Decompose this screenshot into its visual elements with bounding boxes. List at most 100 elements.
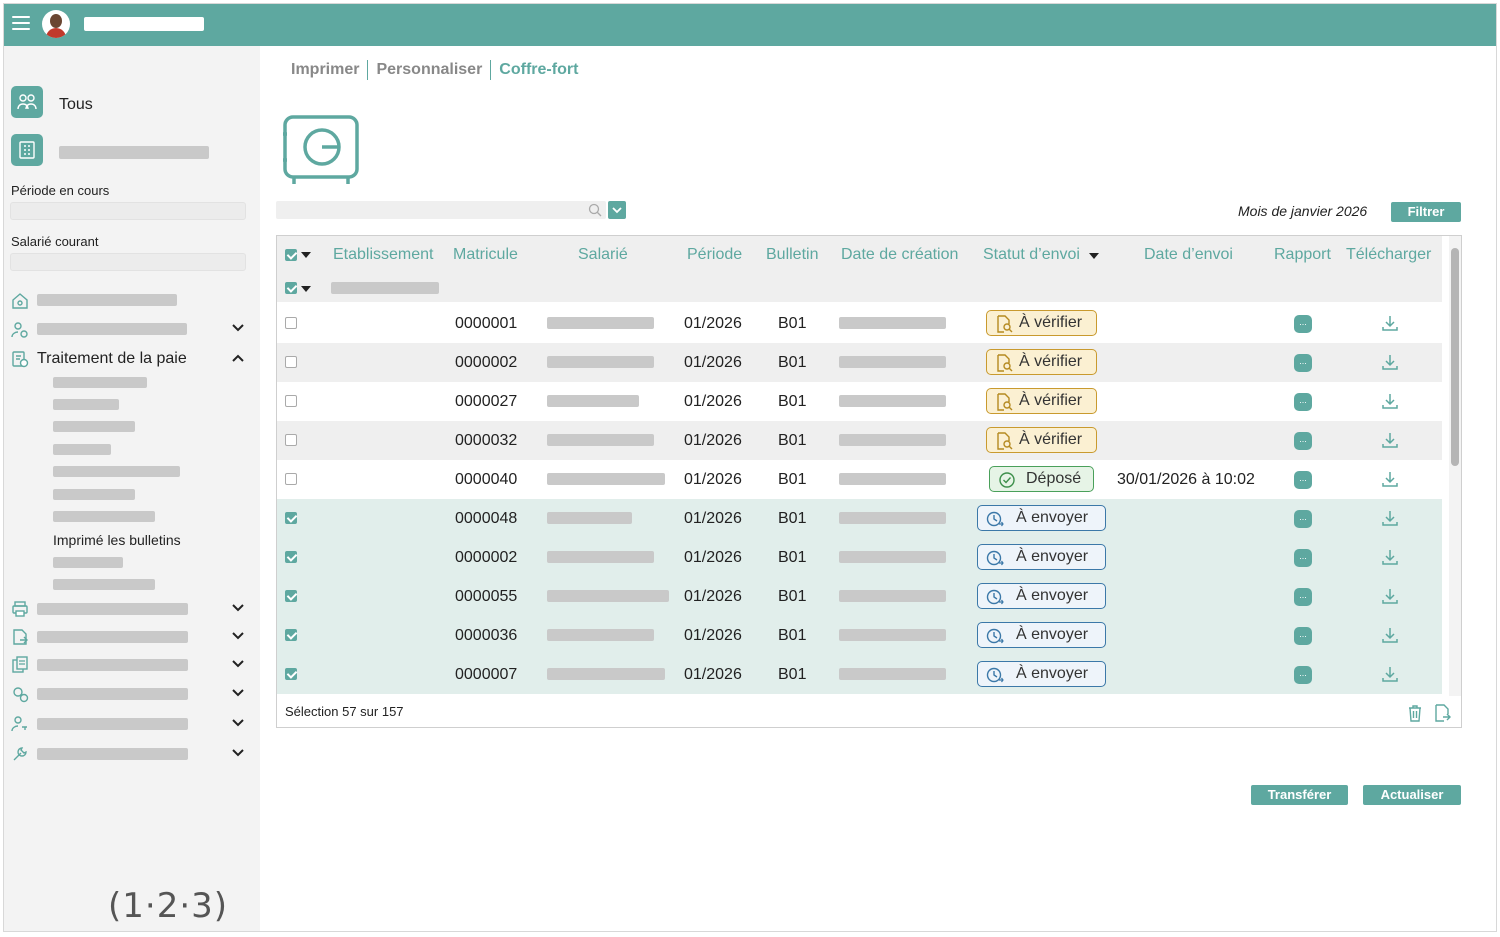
col-rapport[interactable]: Rapport	[1274, 246, 1331, 264]
status-badge-envoyer[interactable]: À envoyer	[977, 505, 1106, 531]
download-icon[interactable]	[1381, 509, 1399, 532]
download-icon[interactable]	[1381, 314, 1399, 337]
table-row[interactable]: 0000040 01/2026 B01 Déposé 30/01/2026 à 10:0…	[277, 460, 1442, 499]
scrollbar-thumb[interactable]	[1451, 248, 1459, 466]
status-badge-envoyer[interactable]: À envoyer	[977, 622, 1106, 648]
menu-item-placeholder[interactable]	[37, 603, 188, 615]
download-icon[interactable]	[1381, 587, 1399, 610]
transfer-button[interactable]: Transférer	[1251, 785, 1348, 805]
payroll-processing-label[interactable]: Traitement de la paie	[37, 350, 187, 368]
download-icon[interactable]	[1381, 431, 1399, 454]
refresh-button[interactable]: Actualiser	[1363, 785, 1461, 805]
status-badge-envoyer[interactable]: À envoyer	[977, 544, 1106, 570]
filter-button[interactable]: Filtrer	[1391, 202, 1461, 222]
row-checkbox[interactable]	[285, 629, 297, 641]
report-icon[interactable]: ...	[1294, 432, 1312, 450]
menu-icon[interactable]	[12, 16, 30, 30]
trash-icon[interactable]	[1407, 704, 1423, 722]
current-employee-field[interactable]	[10, 253, 246, 271]
chevron-down-icon[interactable]	[232, 660, 244, 668]
submenu-item-placeholder[interactable]	[53, 466, 180, 477]
report-icon[interactable]: ...	[1294, 666, 1312, 684]
report-icon[interactable]: ...	[1294, 549, 1312, 567]
report-icon[interactable]: ...	[1294, 315, 1312, 333]
col-telecharger[interactable]: Télécharger	[1346, 246, 1431, 264]
menu-item-placeholder[interactable]	[37, 294, 177, 306]
building-icon[interactable]	[11, 134, 43, 166]
status-badge-envoyer[interactable]: À envoyer	[977, 583, 1106, 609]
submenu-item-placeholder[interactable]	[53, 579, 155, 590]
printed-payslips-label[interactable]: Imprimé les bulletins	[53, 532, 181, 548]
table-row[interactable]: 0000001 01/2026 B01 À vérifier...	[277, 304, 1442, 343]
status-badge-verifier[interactable]: À vérifier	[986, 310, 1097, 336]
status-badge-depose[interactable]: Déposé	[989, 466, 1094, 492]
report-icon[interactable]: ...	[1294, 627, 1312, 645]
tab-personnaliser[interactable]: Personnaliser	[376, 61, 482, 78]
printer-icon[interactable]	[11, 600, 29, 618]
report-icon[interactable]: ...	[1294, 510, 1312, 528]
period-field[interactable]	[10, 202, 246, 220]
caret-down-icon[interactable]	[301, 252, 311, 258]
scrollbar[interactable]	[1449, 236, 1461, 696]
row-checkbox[interactable]	[285, 356, 297, 368]
table-row[interactable]: 0000048 01/2026 B01 À envoyer...	[277, 499, 1442, 538]
col-statut-envoi[interactable]: Statut d’envoi	[983, 246, 1080, 264]
status-badge-verifier[interactable]: À vérifier	[986, 388, 1097, 414]
col-date-creation[interactable]: Date de création	[841, 246, 958, 264]
col-etablissement[interactable]: Etablissement	[333, 246, 434, 264]
col-matricule[interactable]: Matricule	[453, 246, 518, 264]
chevron-down-icon[interactable]	[232, 604, 244, 612]
tab-coffre-fort[interactable]: Coffre-fort	[499, 61, 578, 78]
status-badge-verifier[interactable]: À vérifier	[986, 427, 1097, 453]
chevron-down-icon[interactable]	[232, 689, 244, 697]
row-checkbox[interactable]	[285, 512, 297, 524]
export-document-icon[interactable]	[1433, 704, 1451, 722]
report-icon[interactable]: ...	[1294, 588, 1312, 606]
table-row[interactable]: 0000027 01/2026 B01 À vérifier...	[277, 382, 1442, 421]
filter-all-label[interactable]: Tous	[59, 96, 93, 114]
col-periode[interactable]: Période	[687, 246, 742, 264]
menu-item-placeholder[interactable]	[37, 323, 187, 335]
menu-item-placeholder[interactable]	[37, 631, 188, 643]
row-checkbox[interactable]	[285, 317, 297, 329]
caret-down-icon[interactable]	[1089, 253, 1099, 259]
download-icon[interactable]	[1381, 353, 1399, 376]
menu-item-placeholder[interactable]	[37, 688, 188, 700]
submenu-item-placeholder[interactable]	[53, 421, 135, 432]
document-export-icon[interactable]	[11, 628, 29, 646]
submenu-item-placeholder[interactable]	[53, 377, 147, 388]
report-icon[interactable]: ...	[1294, 393, 1312, 411]
chevron-down-icon[interactable]	[232, 632, 244, 640]
report-icon[interactable]: ...	[1294, 354, 1312, 372]
menu-item-placeholder[interactable]	[37, 748, 188, 760]
menu-item-placeholder[interactable]	[37, 659, 188, 671]
table-row[interactable]: 0000032 01/2026 B01 À vérifier...	[277, 421, 1442, 460]
table-row[interactable]: 0000055 01/2026 B01 À envoyer...	[277, 577, 1442, 616]
submenu-item-placeholder[interactable]	[53, 444, 111, 455]
download-icon[interactable]	[1381, 665, 1399, 688]
user-key-icon[interactable]	[11, 715, 29, 733]
report-icon[interactable]: ...	[1294, 471, 1312, 489]
user-settings-icon[interactable]	[11, 321, 29, 339]
row-checkbox[interactable]	[285, 434, 297, 446]
table-row[interactable]: 0000002 01/2026 B01 À vérifier...	[277, 343, 1442, 382]
submenu-item-placeholder[interactable]	[53, 489, 135, 500]
submenu-item-placeholder[interactable]	[53, 557, 123, 568]
col-date-envoi[interactable]: Date d’envoi	[1144, 246, 1233, 264]
avatar[interactable]	[42, 10, 70, 38]
col-bulletin[interactable]: Bulletin	[766, 246, 818, 264]
caret-down-icon[interactable]	[301, 286, 311, 292]
download-icon[interactable]	[1381, 470, 1399, 493]
row-checkbox[interactable]	[285, 395, 297, 407]
submenu-item-placeholder[interactable]	[53, 511, 155, 522]
chevron-down-icon[interactable]	[232, 719, 244, 727]
search-input[interactable]	[276, 201, 606, 219]
col-salarie[interactable]: Salarié	[578, 246, 628, 264]
home-icon[interactable]	[11, 292, 29, 310]
download-icon[interactable]	[1381, 392, 1399, 415]
download-icon[interactable]	[1381, 548, 1399, 571]
table-row[interactable]: 0000036 01/2026 B01 À envoyer...	[277, 616, 1442, 655]
wrench-icon[interactable]	[11, 745, 29, 763]
row-checkbox[interactable]	[285, 551, 297, 563]
submenu-item-placeholder[interactable]	[53, 399, 119, 410]
